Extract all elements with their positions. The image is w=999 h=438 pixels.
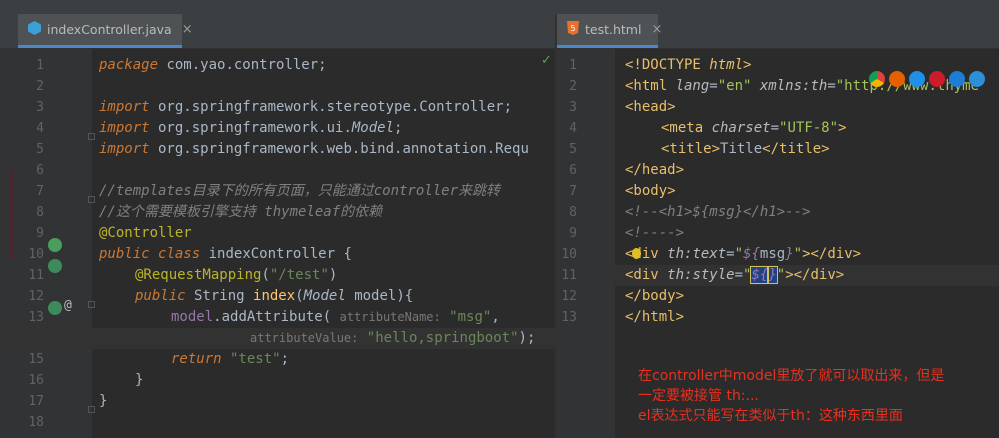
- java-editor-tabbar: indexController.java ×: [0, 14, 555, 49]
- line-number: 16: [28, 373, 44, 388]
- safari-icon[interactable]: [909, 71, 925, 87]
- java-code-area[interactable]: 1 2 3 4 5 6 7 8 9 10 11 12 13 14 15 16 1…: [0, 49, 555, 438]
- code-line: }: [99, 393, 108, 409]
- line-number: 15: [28, 352, 44, 367]
- request-mapping-icon[interactable]: @: [64, 298, 72, 313]
- code-line: import org.springframework.ui.Model;: [99, 120, 403, 136]
- fold-icon[interactable]: [88, 301, 95, 308]
- code-line: public class indexController {: [99, 246, 352, 262]
- line-number: 3: [569, 100, 577, 115]
- spring-bean-icon[interactable]: [48, 301, 62, 315]
- html5-icon: 5: [567, 21, 579, 38]
- note-line: 在controller中model里放了就可以取出来，但是: [638, 368, 945, 384]
- annotation-note: 在controller中model里放了就可以取出来，但是 一定要被接管 th:…: [638, 366, 944, 426]
- note-line: 一定要被接管 th:...: [638, 388, 759, 404]
- code-line: <title>Title</title>: [661, 141, 830, 157]
- code-annotation: @Controller: [99, 225, 192, 241]
- code-line: @RequestMapping("/test"): [135, 267, 338, 283]
- line-number: 17: [28, 394, 44, 409]
- svg-text:5: 5: [570, 24, 575, 33]
- code-line: </head>: [625, 162, 685, 178]
- code-line: </html>: [625, 309, 685, 325]
- opera-icon[interactable]: [929, 71, 945, 87]
- current-line: <div th:style="${}"></div>: [615, 265, 999, 286]
- code-line: public String index(Model model){: [135, 288, 414, 304]
- note-line: el表达式只能写在类似于th：这种东西里面: [638, 408, 903, 424]
- line-number: 11: [561, 268, 577, 283]
- edge-icon[interactable]: [969, 71, 985, 87]
- line-number: 11: [28, 268, 44, 283]
- line-number: 7: [569, 184, 577, 199]
- line-number: 3: [36, 100, 44, 115]
- tab-label: test.html: [585, 22, 642, 37]
- code-line: <body>: [625, 183, 676, 199]
- line-number: 18: [28, 415, 44, 430]
- tab-label: indexController.java: [47, 22, 172, 37]
- close-tab-icon[interactable]: ×: [651, 22, 662, 37]
- tab-index-controller[interactable]: indexController.java ×: [18, 14, 193, 48]
- line-number: 9: [569, 226, 577, 241]
- code-line: return "test";: [171, 351, 290, 367]
- line-number: 10: [561, 247, 577, 262]
- lightbulb-icon[interactable]: [632, 248, 641, 259]
- line-number: 13: [28, 310, 44, 325]
- line-number: 8: [36, 205, 44, 220]
- code-line: import org.springframework.web.bind.anno…: [99, 141, 529, 157]
- spring-bean-icon[interactable]: [48, 259, 62, 273]
- line-number: 1: [569, 58, 577, 73]
- line-number: 5: [36, 142, 44, 157]
- line-number: 10: [28, 247, 44, 262]
- code-line: <meta charset="UTF-8">: [661, 120, 847, 136]
- html-editor-tabbar: 5 test.html ×: [557, 14, 999, 49]
- fold-icon[interactable]: [88, 406, 95, 413]
- code-comment: <!--<h1>${msg}</h1>-->: [625, 204, 811, 220]
- close-tab-icon[interactable]: ×: [182, 22, 193, 37]
- tab-test-html[interactable]: 5 test.html ×: [557, 14, 662, 48]
- line-number: 9: [36, 226, 44, 241]
- java-editor-pane: indexController.java × 1 2 3 4 5 6 7 8 9…: [0, 14, 555, 438]
- browser-preview-icons: [869, 71, 985, 87]
- code-line: }: [135, 372, 144, 388]
- code-line: </body>: [625, 288, 685, 304]
- java-class-icon: [28, 21, 41, 38]
- code-comment: <!---->: [625, 225, 685, 241]
- fold-icon[interactable]: [88, 196, 95, 203]
- line-number: 5: [569, 142, 577, 157]
- line-number: 13: [561, 310, 577, 325]
- code-line: <div th:text="${msg}"></div>: [625, 246, 862, 262]
- line-number: 4: [569, 121, 577, 136]
- window-top-strip: [0, 0, 999, 14]
- line-number: 12: [561, 289, 577, 304]
- line-number: 6: [36, 163, 44, 178]
- line-number: 4: [36, 121, 44, 136]
- line-number: 1: [36, 58, 44, 73]
- chrome-icon[interactable]: [869, 71, 885, 87]
- ie-icon[interactable]: [949, 71, 965, 87]
- firefox-icon[interactable]: [889, 71, 905, 87]
- line-number: 12: [28, 289, 44, 304]
- line-number: 7: [36, 184, 44, 199]
- code-line: <head>: [625, 99, 676, 115]
- code-line: import org.springframework.stereotype.Co…: [99, 99, 513, 115]
- line-number: 2: [36, 79, 44, 94]
- line-number: 6: [569, 163, 577, 178]
- code-line: package com.yao.controller;: [99, 57, 327, 73]
- current-line: attributeValue: "hello,springboot");: [0, 328, 555, 349]
- code-comment: //这个需要模板引擎支持 thymeleaf的依赖: [99, 204, 383, 220]
- fold-icon[interactable]: [88, 133, 95, 140]
- code-line: model.addAttribute( attributeName: "msg"…: [171, 309, 500, 325]
- line-number: 8: [569, 205, 577, 220]
- code-comment: //templates目录下的所有页面，只能通过controller来跳转: [99, 183, 501, 199]
- spring-bean-icon[interactable]: [48, 238, 62, 252]
- line-number: 2: [569, 79, 577, 94]
